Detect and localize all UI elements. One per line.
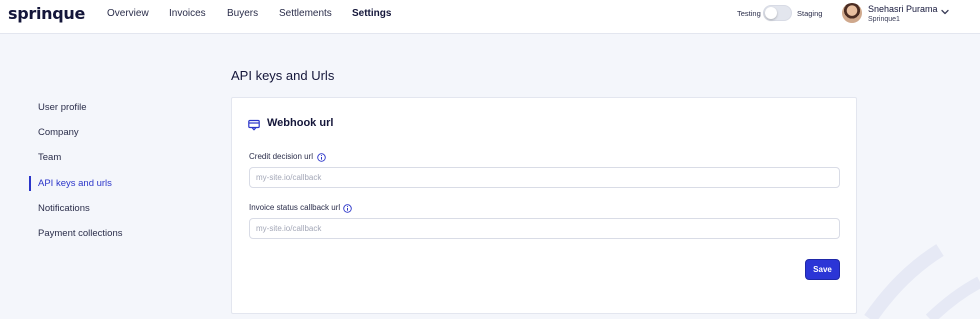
nav-buyers[interactable]: Buyers (227, 8, 258, 19)
nav-settlements[interactable]: Settlements (279, 8, 332, 19)
sidebar-item-team[interactable]: Team (38, 152, 61, 163)
page-title: API keys and Urls (231, 68, 335, 83)
credit-decision-url-input[interactable] (249, 167, 840, 188)
webhook-card-title: Webhook url (267, 117, 334, 129)
chevron-down-icon[interactable] (940, 7, 950, 17)
nav-overview[interactable]: Overview (107, 8, 149, 19)
toggle-knob (765, 7, 777, 19)
invoice-status-callback-url-input[interactable] (249, 218, 840, 239)
sidebar-item-api-keys[interactable]: API keys and urls (38, 178, 112, 189)
sidebar-item-payment-collections[interactable]: Payment collections (38, 228, 122, 239)
info-icon[interactable] (317, 153, 326, 162)
sidebar-item-user-profile[interactable]: User profile (38, 102, 87, 113)
brand-logo[interactable]: sprinque (8, 4, 85, 23)
save-button[interactable]: Save (805, 259, 840, 280)
environment-toggle[interactable] (763, 5, 792, 21)
user-name: Snehasri Purama (868, 4, 938, 14)
webhook-card: Webhook url Credit decision url Invoice … (231, 97, 857, 314)
avatar[interactable] (842, 3, 862, 23)
sidebar-item-company[interactable]: Company (38, 127, 79, 138)
info-icon[interactable] (343, 204, 352, 213)
invoice-status-callback-url-label: Invoice status callback url (249, 203, 341, 212)
env-staging-label: Staging (797, 9, 823, 18)
top-navigation-bar: sprinque Overview Invoices Buyers Settle… (0, 0, 980, 34)
sidebar-item-notifications[interactable]: Notifications (38, 203, 90, 214)
credit-decision-url-label: Credit decision url (249, 152, 314, 161)
sidebar-active-indicator (29, 176, 31, 191)
webhook-icon (248, 119, 260, 131)
nav-settings[interactable]: Settings (352, 8, 391, 19)
env-testing-label: Testing (737, 9, 761, 18)
nav-invoices[interactable]: Invoices (169, 8, 206, 19)
user-org: Sprinque1 (868, 16, 900, 23)
